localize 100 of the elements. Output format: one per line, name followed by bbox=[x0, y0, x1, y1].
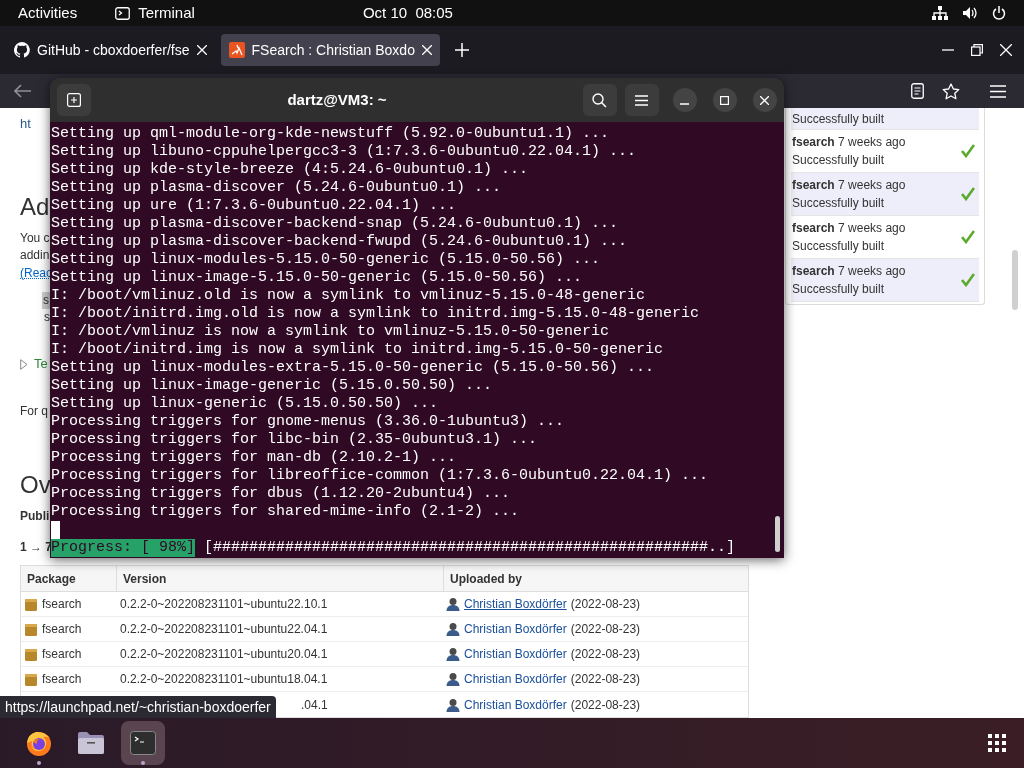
uploader-link[interactable]: Christian Boxdörfer bbox=[464, 595, 567, 613]
heading: Ad bbox=[20, 193, 50, 221]
date-text: (2022-08-23) bbox=[570, 596, 641, 613]
tab-title: GitHub - cboxdoerfer/fse bbox=[37, 40, 190, 60]
close-button[interactable] bbox=[753, 88, 777, 112]
terminal-line: Processing triggers for dbus (1.12.20-2ubuntu4) ... bbox=[50, 485, 512, 503]
close-icon bbox=[760, 95, 770, 105]
status-url-tooltip: https://launchpad.net/~christian-boxdoerfer bbox=[0, 696, 276, 718]
menu-button[interactable] bbox=[625, 84, 659, 116]
network-icon[interactable] bbox=[932, 6, 948, 20]
github-icon bbox=[14, 42, 30, 58]
terminal-line: Setting up kde-style-breeze (4:5.24.6-0ubuntu0.1) ... bbox=[50, 161, 530, 179]
person-icon bbox=[446, 647, 460, 661]
table-cell-text: fsearch bbox=[42, 596, 82, 613]
table-cell-text: fsearch bbox=[42, 671, 82, 688]
build-title: fsearch 7 weeks ago bbox=[792, 263, 906, 280]
menu-icon bbox=[635, 94, 649, 106]
date-text: (2022-08-23) bbox=[570, 646, 641, 663]
text: You c bbox=[20, 230, 50, 247]
terminal-line: Setting up linux-modules-5.15.0-50-generic (5.15.0-50.56) ... bbox=[50, 251, 602, 269]
plus-icon bbox=[454, 43, 469, 57]
terminal-line: I: /boot/initrd.img is now a symlink to initrd.img-5.15.0-50-generic bbox=[50, 341, 665, 359]
restore-icon[interactable] bbox=[971, 44, 983, 56]
progress-bar-text: [#######################################################..] bbox=[204, 539, 736, 557]
link[interactable]: ht bbox=[20, 115, 31, 133]
code-text: s bbox=[42, 292, 50, 309]
cursor bbox=[51, 521, 60, 539]
search-icon bbox=[592, 92, 608, 108]
terminal-line: Processing triggers for gnome-menus (3.36.0-1ubuntu3) ... bbox=[50, 413, 566, 431]
terminal-line: Setting up linux-modules-extra-5.15.0-50-generic (5.15.0-50.56) ... bbox=[50, 359, 656, 377]
browser-tab[interactable]: GitHub - cboxdoerfer/fse bbox=[6, 34, 215, 66]
close-icon[interactable] bbox=[421, 45, 432, 55]
power-icon[interactable] bbox=[992, 6, 1006, 20]
table-cell-text: 0.2.2-0~202208231101~ubuntu18.04.1 bbox=[120, 671, 328, 688]
terminal-icon bbox=[115, 6, 131, 20]
reader-view-icon[interactable] bbox=[911, 83, 924, 99]
menu-icon[interactable] bbox=[990, 84, 1006, 98]
scrollbar-thumb[interactable] bbox=[775, 516, 780, 552]
back-arrow-icon[interactable] bbox=[14, 84, 32, 98]
table-cell-text: .04.1 bbox=[301, 696, 328, 714]
table-cell-text: 0.2.2-0~202208231101~ubuntu22.10.1 bbox=[120, 596, 328, 613]
terminal-line: I: /boot/vmlinuz.old is now a symlink to vmlinuz-5.15.0-48-generic bbox=[50, 287, 647, 305]
maximize-icon bbox=[720, 95, 730, 105]
terminal-line: Setting up linux-generic (5.15.0.50.50) ... bbox=[50, 395, 440, 413]
maximize-button[interactable] bbox=[713, 88, 737, 112]
person-icon bbox=[446, 697, 460, 712]
build-title: fsearch 7 weeks ago bbox=[792, 177, 906, 194]
close-icon[interactable] bbox=[1000, 44, 1012, 56]
uploader-link[interactable]: Christian Boxdörfer bbox=[464, 670, 567, 688]
search-button[interactable] bbox=[583, 84, 617, 116]
activities-button[interactable]: Activities bbox=[18, 1, 78, 25]
text: addin bbox=[20, 247, 50, 264]
table-cell-text: fsearch bbox=[42, 621, 82, 638]
uploader-link[interactable]: Christian Boxdörfer bbox=[464, 645, 567, 663]
package-icon bbox=[25, 647, 37, 661]
package-icon bbox=[25, 622, 37, 636]
link[interactable]: (Reac bbox=[20, 265, 52, 282]
app-grid-icon[interactable] bbox=[988, 734, 1006, 752]
date-text: (2022-08-23) bbox=[570, 671, 641, 688]
terminal-line: Setting up plasma-discover (5.24.6-0ubuntu0.1) ... bbox=[50, 179, 503, 197]
person-icon bbox=[446, 622, 460, 636]
star-icon[interactable] bbox=[942, 82, 960, 100]
code-text: s bbox=[44, 309, 50, 326]
terminal-dock-icon[interactable] bbox=[121, 721, 165, 765]
scrollbar-thumb[interactable] bbox=[1012, 250, 1018, 310]
minimize-icon bbox=[680, 102, 690, 105]
terminal-line: Processing triggers for shared-mime-info (2.1-2) ... bbox=[50, 503, 521, 521]
text: Publi bbox=[20, 508, 50, 525]
terminal-line: I: /boot/initrd.img.old is now a symlink to initrd.img-5.15.0-48-generic bbox=[50, 305, 701, 323]
new-tab-button[interactable] bbox=[57, 84, 91, 116]
terminal-line: Setting up qml-module-org-kde-newstuff (5.92.0-0ubuntu1.1) ... bbox=[50, 125, 611, 143]
window-title: dartz@VM3: ~ bbox=[287, 89, 387, 110]
column-header: Version bbox=[116, 566, 443, 591]
text: For q bbox=[20, 403, 48, 420]
volume-icon[interactable] bbox=[962, 6, 978, 20]
launchpad-logo-icon bbox=[228, 42, 245, 58]
terminal-line: Setting up linux-image-generic (5.15.0.50.50) ... bbox=[50, 377, 494, 395]
expand-triangle-icon[interactable] bbox=[20, 358, 28, 370]
date-text: (2022-08-23) bbox=[570, 696, 641, 714]
uploader-link[interactable]: Christian Boxdörfer bbox=[464, 620, 567, 638]
heading: Ov bbox=[20, 471, 51, 499]
folder-icon bbox=[77, 731, 105, 755]
terminal-line: Setting up plasma-discover-backend-fwupd (5.24.6-0ubuntu0.1) ... bbox=[50, 233, 629, 251]
app-menu[interactable]: Terminal bbox=[138, 1, 195, 25]
expander-link[interactable]: Te bbox=[34, 355, 48, 373]
firefox-icon bbox=[25, 729, 53, 757]
terminal-line: Setting up plasma-discover-backend-snap (5.24.6-0ubuntu0.1) ... bbox=[50, 215, 620, 233]
person-icon bbox=[446, 672, 460, 686]
uploader-link[interactable]: Christian Boxdörfer bbox=[464, 695, 567, 714]
terminal-line: Setting up ure (1:7.3.6-0ubuntu0.22.04.1) ... bbox=[50, 197, 458, 215]
column-header: Uploaded by bbox=[443, 566, 748, 591]
terminal-line: Processing triggers for libc-bin (2.35-0ubuntu3.1) ... bbox=[50, 431, 539, 449]
browser-tab[interactable]: FSearch : Christian Boxdo bbox=[220, 34, 440, 66]
close-icon[interactable] bbox=[196, 45, 207, 55]
progress-label: Progress: [ 98%] bbox=[51, 539, 196, 557]
terminal-line: Processing triggers for libreoffice-common (1:7.3.6-0ubuntu0.22.04.1) ... bbox=[50, 467, 710, 485]
person-icon bbox=[446, 597, 460, 611]
minimize-button[interactable] bbox=[673, 88, 697, 112]
clock[interactable]: Oct 10 08:05 bbox=[362, 1, 453, 25]
build-title: fsearch 7 weeks ago bbox=[792, 220, 906, 237]
